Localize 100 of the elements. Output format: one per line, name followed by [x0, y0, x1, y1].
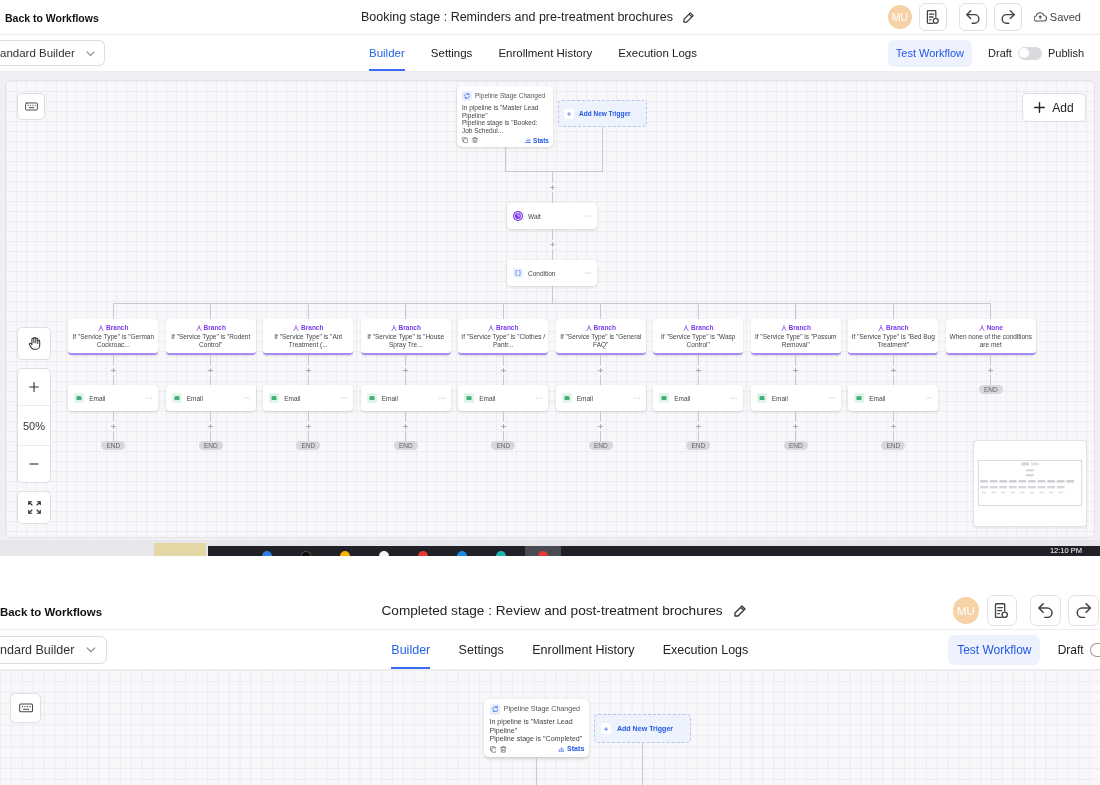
add-step-icon[interactable] — [500, 423, 506, 429]
workflow-title: Booking stage : Reminders and pre-treatment brochures — [361, 10, 673, 24]
back-link[interactable]: Back to Workflows — [5, 12, 99, 24]
sync-icon — [462, 90, 472, 101]
redo-icon — [1076, 602, 1092, 619]
connector-line — [551, 192, 553, 203]
add-step-icon[interactable] — [208, 367, 214, 373]
trash-icon[interactable] — [472, 137, 478, 143]
save-status: Saved — [1049, 11, 1081, 23]
add-step-icon[interactable] — [793, 423, 799, 429]
keyboard-icon — [24, 102, 38, 111]
fork-icon — [585, 325, 592, 331]
publish-label: Publish — [1047, 47, 1084, 59]
fork-icon — [978, 325, 985, 331]
add-step-icon[interactable] — [110, 423, 116, 429]
email-icon — [74, 393, 85, 403]
hand-icon — [27, 337, 41, 350]
braces-icon — [513, 268, 523, 278]
connector-line — [697, 355, 699, 366]
builder-select[interactable]: andard Builder — [0, 40, 105, 66]
trash-icon[interactable] — [500, 746, 507, 753]
fork-icon — [98, 325, 105, 331]
builder-select[interactable]: ndard Builder — [0, 635, 107, 664]
connector-line — [795, 355, 797, 366]
clock-icon — [513, 211, 523, 221]
connector-line — [210, 355, 212, 366]
app-icon[interactable] — [340, 551, 350, 556]
fork-icon — [878, 325, 885, 331]
undo-button[interactable] — [958, 3, 987, 31]
add-step-icon[interactable] — [110, 367, 116, 373]
test-workflow-button[interactable]: Test Workflow — [887, 39, 973, 67]
connector-line — [600, 374, 602, 385]
pencil-icon[interactable] — [683, 11, 694, 23]
copy-icon[interactable] — [489, 746, 497, 753]
connector-line — [697, 374, 699, 385]
email-icon — [561, 393, 572, 403]
add-step-icon[interactable] — [403, 367, 409, 373]
add-step-icon[interactable] — [549, 242, 555, 247]
zoom-level: 50% — [18, 405, 50, 446]
connector-line — [892, 355, 894, 366]
redo-button[interactable] — [993, 3, 1022, 31]
add-step-icon[interactable] — [793, 367, 799, 373]
pencil-icon[interactable] — [733, 604, 746, 617]
add-button[interactable]: Add — [1022, 93, 1086, 122]
fit-view-button[interactable] — [17, 491, 51, 524]
draft-label: Draft — [988, 47, 1012, 59]
keyboard-button[interactable] — [17, 93, 45, 120]
connector-line — [697, 411, 699, 422]
email-icon — [269, 393, 280, 403]
tab[interactable]: Settings — [458, 630, 504, 670]
back-link[interactable]: Back to Workflows — [0, 606, 103, 619]
undo-button[interactable] — [1030, 595, 1061, 626]
tab[interactable]: Execution Logs — [618, 35, 697, 71]
redo-button[interactable] — [1068, 595, 1099, 626]
tab[interactable]: Enrollment History — [532, 630, 635, 670]
add-step-icon[interactable] — [500, 367, 506, 373]
connector-line — [600, 355, 602, 366]
add-step-icon[interactable] — [598, 423, 604, 429]
tab[interactable]: Execution Logs — [662, 630, 749, 670]
connector-line — [210, 430, 212, 441]
add-step-icon[interactable] — [988, 367, 994, 373]
add-step-icon[interactable] — [208, 423, 214, 429]
notes-button[interactable] — [918, 3, 947, 31]
connector-line — [551, 249, 553, 260]
add-step-icon[interactable] — [890, 423, 896, 429]
hand-tool-button[interactable] — [17, 327, 51, 360]
undo-icon — [1037, 602, 1054, 619]
connector-line — [112, 374, 114, 385]
keyboard-button[interactable] — [9, 693, 42, 723]
document-icon — [925, 10, 940, 24]
publish-toggle[interactable] — [1090, 642, 1100, 657]
add-step-icon[interactable] — [403, 423, 409, 429]
email-icon — [366, 393, 377, 403]
add-step-icon[interactable] — [890, 367, 896, 373]
fork-icon — [390, 325, 397, 331]
photo-placeholder — [154, 543, 206, 556]
minus-icon — [29, 463, 39, 465]
notes-button[interactable] — [986, 595, 1018, 626]
connector-line — [307, 430, 309, 441]
add-step-icon[interactable] — [695, 367, 701, 373]
connector-line — [795, 430, 797, 441]
add-step-icon[interactable] — [598, 367, 604, 373]
add-step-icon[interactable] — [305, 367, 311, 373]
minimap[interactable] — [973, 440, 1087, 527]
tab[interactable]: Settings — [430, 35, 473, 71]
copy-icon[interactable] — [462, 137, 468, 143]
app-icon[interactable] — [496, 551, 506, 556]
email-icon — [464, 393, 475, 403]
connector-line — [112, 411, 114, 422]
add-step-icon[interactable] — [549, 185, 555, 190]
redo-icon — [1000, 10, 1015, 24]
add-step-icon[interactable] — [305, 423, 311, 429]
plus-icon — [564, 108, 574, 119]
connector-line — [892, 430, 894, 441]
tab[interactable]: Enrollment History — [498, 35, 593, 71]
publish-toggle[interactable] — [1017, 46, 1042, 60]
test-workflow-button[interactable]: Test Workflow — [948, 635, 1041, 665]
add-step-icon[interactable] — [695, 423, 701, 429]
app-icon[interactable] — [379, 551, 389, 556]
email-icon — [854, 393, 865, 403]
